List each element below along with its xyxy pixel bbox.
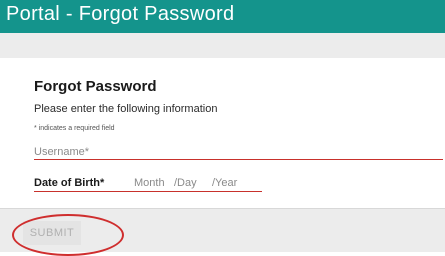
submit-button[interactable]: SUBMIT bbox=[23, 221, 81, 245]
form-title: Forgot Password bbox=[34, 78, 157, 95]
page-title: Portal - Forgot Password bbox=[6, 3, 235, 25]
dob-day-input[interactable]: /Day bbox=[174, 177, 197, 189]
dob-month-input[interactable]: Month bbox=[134, 177, 165, 189]
form-instructions: Please enter the following information bbox=[34, 103, 218, 115]
required-field-note: * indicates a required field bbox=[34, 125, 115, 132]
header-bar: Portal - Forgot Password bbox=[0, 0, 445, 33]
date-of-birth-label: Date of Birth* bbox=[34, 177, 105, 189]
sub-header-bar bbox=[0, 33, 445, 58]
username-field-underline bbox=[34, 159, 443, 160]
date-of-birth-underline bbox=[34, 191, 262, 192]
dob-year-input[interactable]: /Year bbox=[212, 177, 237, 189]
username-field[interactable]: Username* bbox=[34, 146, 89, 158]
